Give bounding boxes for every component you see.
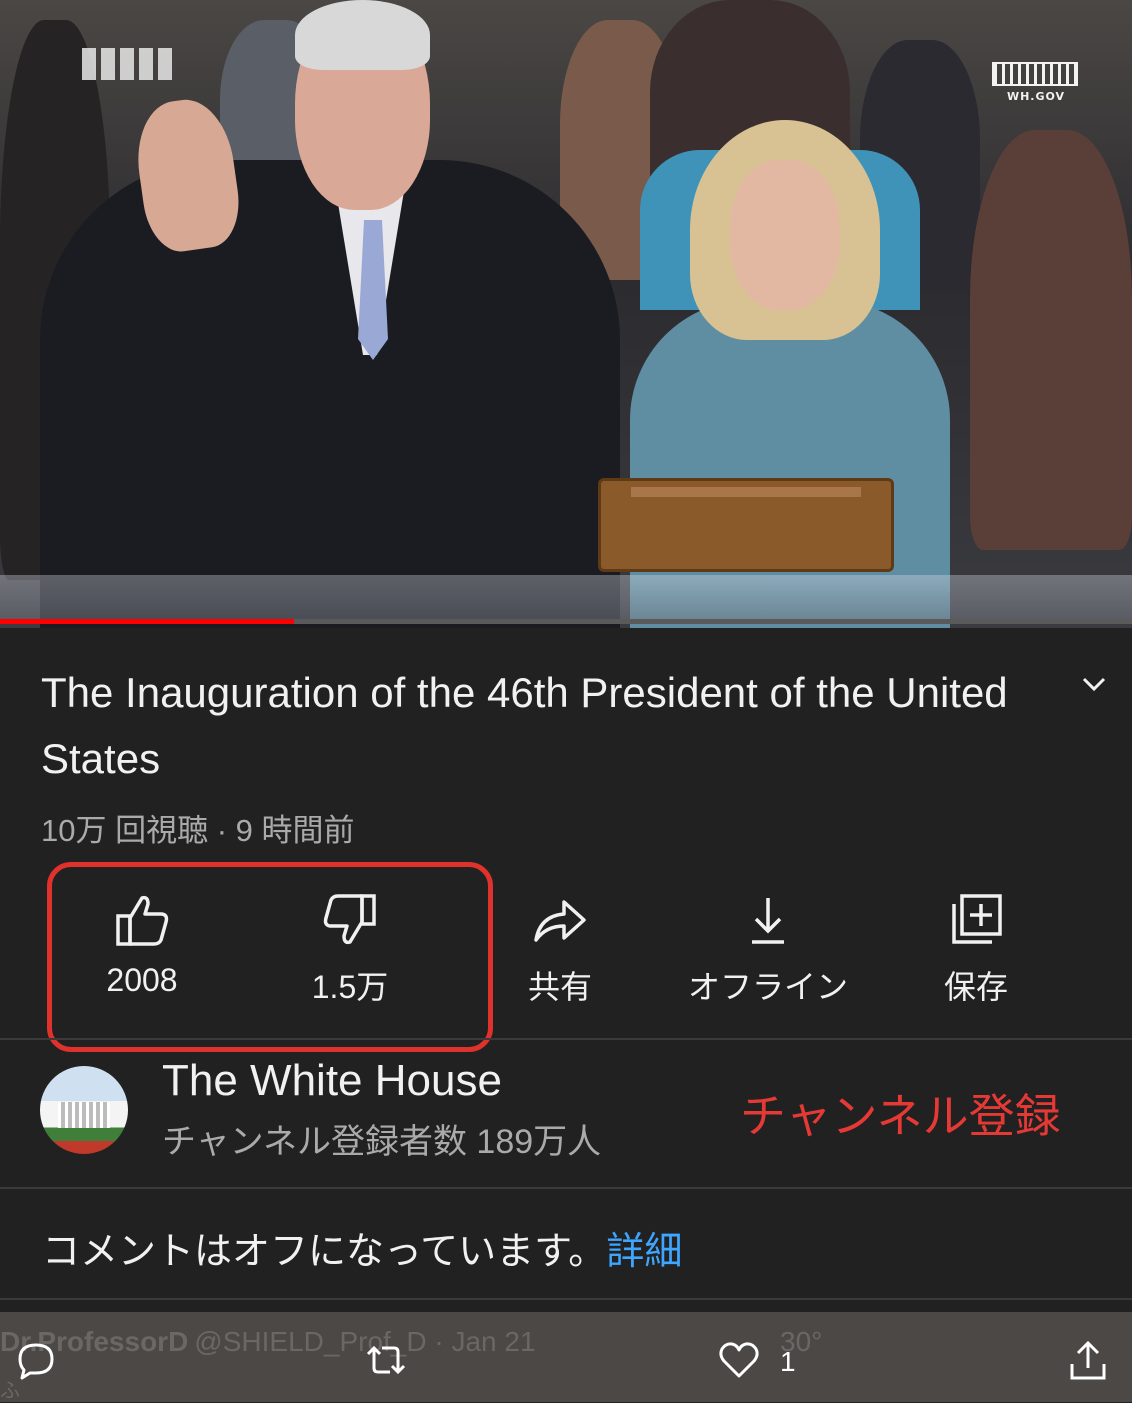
like-count: 2008: [106, 962, 178, 998]
tweet-action-bar: Dr.ProfessorD @SHIELD_Prof_D · Jan 21 30°…: [0, 1312, 1132, 1402]
progress-bar[interactable]: [0, 619, 1132, 624]
channel-avatar[interactable]: [40, 1066, 128, 1154]
divider: [0, 1038, 1132, 1040]
like-button[interactable]: 2008: [42, 880, 242, 1010]
woman-face: [730, 160, 840, 310]
details-link[interactable]: 詳細: [606, 1231, 682, 1273]
download-icon: [752, 898, 784, 944]
comments-row: コメントはオフになっています。詳細: [0, 1190, 1132, 1300]
dislike-count: 1.5万: [311, 969, 389, 1005]
president-hair: [295, 0, 430, 70]
offline-label: オフライン: [687, 969, 848, 1005]
thumbs-down-icon: [323, 894, 376, 945]
whitehouse-logo-icon: [992, 62, 1078, 86]
tweet-like-count: 1: [780, 1346, 796, 1377]
progress-bar-fill: [0, 619, 295, 624]
crowd-figure: [970, 130, 1132, 550]
download-button[interactable]: オフライン: [668, 880, 868, 1010]
save-button[interactable]: 保存: [876, 880, 1076, 1010]
comments-off-message: コメントはオフになっています。詳細: [42, 1220, 682, 1275]
whitehouse-watermark: WH.GOV: [992, 62, 1080, 103]
share-label: 共有: [527, 969, 592, 1005]
divider: [0, 1298, 1132, 1300]
president-figure: [40, 160, 620, 628]
heart-icon[interactable]: [718, 1340, 760, 1380]
next-tweet-peek: Dr.ProfessorD @SHIELD_Prof_D · Jan 21 30°: [0, 1326, 822, 1358]
thumbs-up-icon: [116, 895, 169, 946]
chevron-down-icon[interactable]: [1080, 672, 1108, 696]
watermark-text: WH.GOV: [1006, 90, 1066, 103]
retweet-icon[interactable]: [364, 1340, 408, 1380]
video-title: The Inauguration of the 46th President o…: [41, 669, 1008, 782]
view-count-and-time: 10万 回視聴 · 9 時間前: [41, 813, 355, 848]
channel-name[interactable]: The White House: [162, 1056, 502, 1106]
divider: [0, 1187, 1132, 1189]
video-player[interactable]: WH.GOV: [0, 0, 1132, 628]
share-icon: [534, 900, 586, 942]
comments-off-text: コメントはオフになっています。: [42, 1231, 607, 1273]
whitehouse-building-icon: [58, 1102, 110, 1128]
share-button[interactable]: 共有: [460, 880, 660, 1010]
share-icon[interactable]: [1068, 1340, 1108, 1382]
bible: [598, 478, 894, 572]
podium-rail: [0, 575, 1132, 620]
action-bar: 2008 1.5万 共有 オフライン 保存: [0, 880, 1132, 1010]
subscriber-count: チャンネル登録者数 189万人: [162, 1123, 602, 1161]
dislike-button[interactable]: 1.5万: [250, 880, 450, 1010]
subscribe-button[interactable]: チャンネル登録: [740, 1080, 1061, 1146]
reply-icon[interactable]: [16, 1340, 56, 1380]
save-label: 保存: [943, 969, 1008, 1005]
add-to-playlist-icon: [952, 894, 1002, 944]
channel-row: The White House チャンネル登録者数 189万人 チャンネル登録: [0, 1042, 1132, 1188]
inaugural-logo: [82, 48, 182, 82]
